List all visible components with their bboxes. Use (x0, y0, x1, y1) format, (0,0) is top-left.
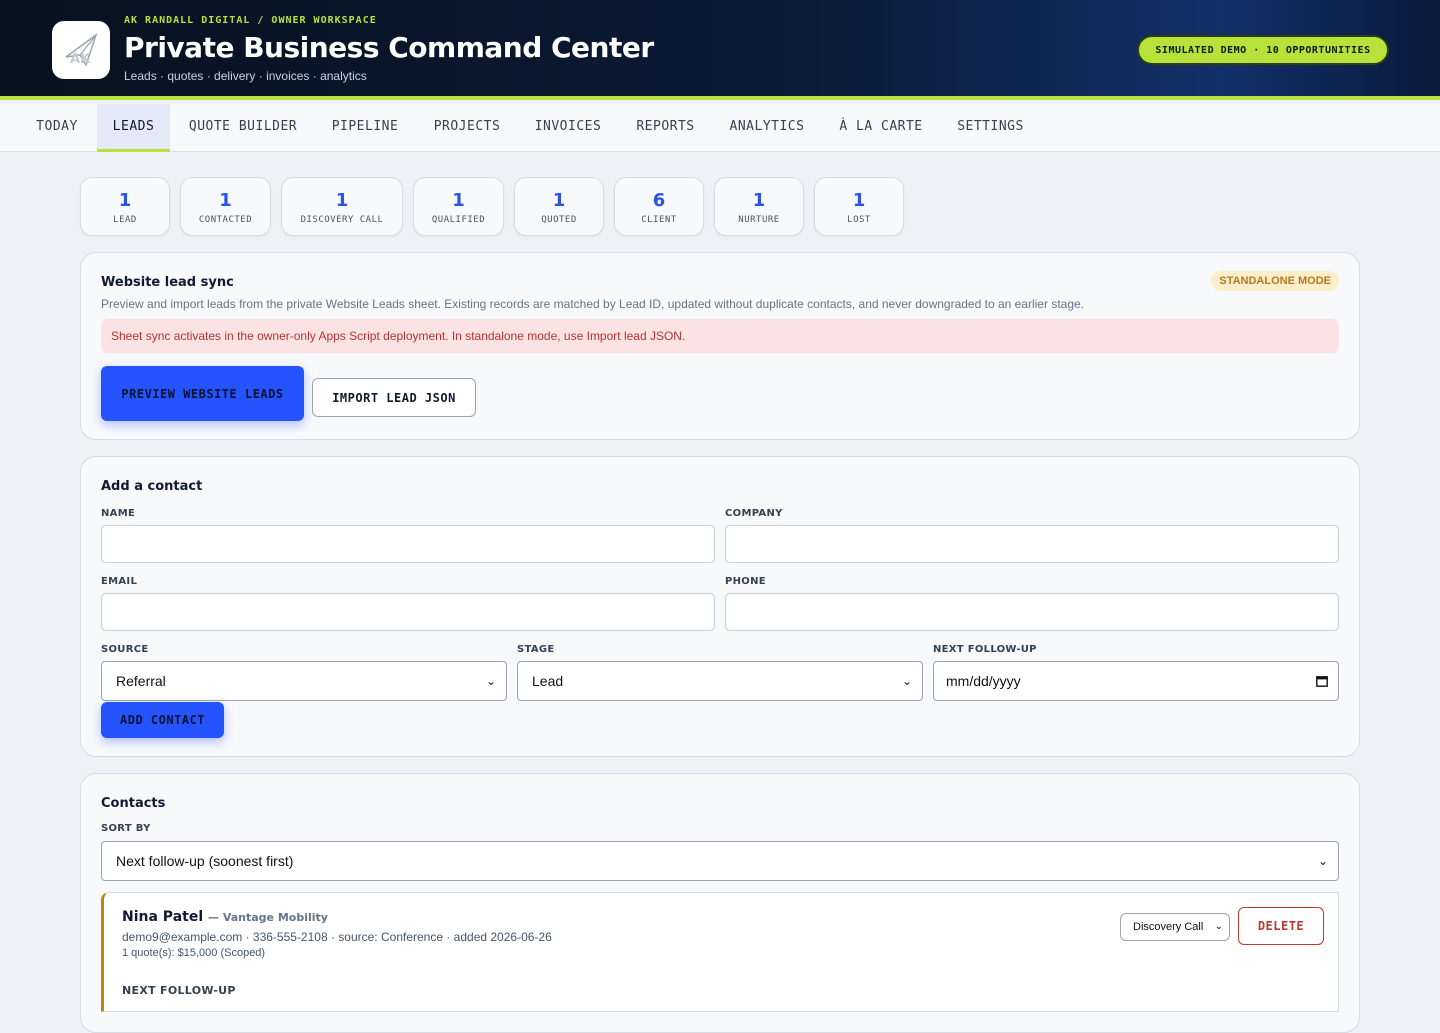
stage-select-value: Lead (532, 673, 564, 689)
contact-details: demo9@example.com · 336-555-2108 · sourc… (122, 930, 552, 944)
stage-count-lost[interactable]: 1 LOST (814, 177, 904, 236)
app-header: AK AK RANDALL DIGITAL / OWNER WORKSPACE … (0, 0, 1440, 100)
contact-followup-label: NEXT FOLLOW-UP (122, 984, 236, 997)
sort-by-label: SORT BY (101, 823, 151, 834)
tab-reports[interactable]: REPORTS (625, 104, 706, 152)
preview-website-leads-button[interactable]: PREVIEW WEBSITE LEADS (101, 366, 304, 421)
stage-count-nurture[interactable]: 1 NURTURE (714, 177, 804, 236)
contact-name: Nina Patel (122, 909, 204, 925)
add-contact-card: Add a contact NAME COMPANY EMAIL PHONE S… (80, 456, 1360, 757)
stage-label: STAGE (517, 644, 555, 655)
stage-count-value: 1 (852, 190, 866, 211)
tab-today[interactable]: TODAY (20, 104, 94, 152)
chevron-down-icon: ⌄ (901, 674, 912, 688)
name-field[interactable] (101, 525, 715, 563)
contacts-title: Contacts (101, 796, 166, 811)
chevron-down-icon: ⌄ (1214, 921, 1223, 932)
stage-count-quoted[interactable]: 1 QUOTED (514, 177, 604, 236)
page-title: Private Business Command Center (124, 31, 654, 64)
sort-by-select[interactable]: Next follow-up (soonest first) ⌄ (101, 841, 1339, 881)
stage-count-value: 1 (118, 190, 132, 211)
main-nav: TODAY LEADS QUOTE BUILDER PIPELINE PROJE… (0, 104, 1440, 152)
tab-pipeline[interactable]: PIPELINE (320, 104, 410, 152)
sync-alert: Sheet sync activates in the owner-only A… (101, 319, 1339, 353)
website-lead-sync-card: Website lead sync STANDALONE MODE Previe… (80, 252, 1360, 440)
stage-count-label: NURTURE (738, 215, 780, 225)
import-lead-json-button[interactable]: IMPORT LEAD JSON (312, 378, 476, 417)
delete-contact-button[interactable]: DELETE (1238, 907, 1324, 945)
stage-count-qualified[interactable]: 1 QUALIFIED (413, 177, 504, 236)
standalone-mode-badge: STANDALONE MODE (1211, 271, 1339, 291)
contact-row: Nina Patel — Vantage Mobility demo9@exam… (101, 892, 1339, 1012)
tab-leads[interactable]: LEADS (97, 104, 170, 152)
phone-field[interactable] (725, 593, 1339, 631)
email-label: EMAIL (101, 576, 138, 587)
source-label: SOURCE (101, 644, 149, 655)
name-label: NAME (101, 508, 136, 519)
stage-count-label: LEAD (113, 215, 137, 225)
stage-count-value: 1 (752, 190, 766, 211)
company-field[interactable] (725, 525, 1339, 563)
stage-count-label: CONTACTED (198, 215, 253, 225)
chevron-down-icon: ⌄ (485, 674, 496, 688)
stage-count-value: 6 (652, 190, 666, 211)
phone-label: PHONE (725, 576, 766, 587)
workspace-eyebrow: AK RANDALL DIGITAL / OWNER WORKSPACE (124, 15, 377, 26)
email-field[interactable] (101, 593, 715, 631)
tab-settings[interactable]: SETTINGS (946, 104, 1035, 152)
sync-title: Website lead sync (101, 275, 234, 290)
contact-quotes: 1 quote(s): $15,000 (Scoped) (122, 947, 266, 959)
stage-count-value: 1 (219, 190, 232, 211)
source-select[interactable]: Referral ⌄ (101, 661, 507, 701)
svg-text:AK: AK (70, 52, 91, 67)
contact-stage-select[interactable]: Discovery Call ⌄ (1120, 913, 1230, 941)
stage-select[interactable]: Lead ⌄ (517, 661, 923, 701)
stage-count-label: QUOTED (541, 215, 577, 225)
stage-count-discovery-call[interactable]: 1 DISCOVERY CALL (281, 177, 403, 236)
stage-count-lead[interactable]: 1 LEAD (80, 177, 170, 236)
company-label: COMPANY (725, 508, 783, 519)
tab-analytics[interactable]: ANALYTICS (718, 104, 816, 152)
add-contact-button[interactable]: ADD CONTACT (101, 702, 224, 738)
next-followup-label: NEXT FOLLOW-UP (933, 644, 1037, 655)
contact-name-line: Nina Patel — Vantage Mobility (122, 909, 328, 925)
stage-count-label: QUALIFIED (431, 215, 486, 225)
contact-company: — Vantage Mobility (208, 911, 328, 924)
stage-count-value: 1 (452, 190, 465, 211)
tab-quote-builder[interactable]: QUOTE BUILDER (178, 104, 308, 152)
demo-status-badge: SIMULATED DEMO · 10 OPPORTUNITIES (1137, 35, 1389, 65)
contact-stage-value: Discovery Call (1133, 921, 1204, 933)
date-placeholder: mm/dd/yyyy (946, 673, 1021, 689)
source-select-value: Referral (116, 673, 166, 689)
stage-count-label: DISCOVERY CALL (300, 215, 384, 225)
calendar-icon (1316, 676, 1328, 687)
next-followup-date-input[interactable]: mm/dd/yyyy (933, 661, 1339, 701)
stage-count-value: 1 (335, 190, 349, 211)
stage-count-label: LOST (847, 215, 871, 225)
stage-count-label: CLIENT (641, 215, 677, 225)
sort-by-value: Next follow-up (soonest first) (116, 853, 294, 869)
tab-a-la-carte[interactable]: À LA CARTE (828, 104, 934, 152)
tab-invoices[interactable]: INVOICES (524, 104, 612, 152)
paper-plane-icon: AK (65, 33, 98, 67)
stage-count-value: 1 (552, 190, 566, 211)
add-contact-title: Add a contact (101, 479, 203, 494)
sync-description: Preview and import leads from the privat… (101, 297, 1085, 311)
stage-count-client[interactable]: 6 CLIENT (614, 177, 704, 236)
page-subtitle: Leads · quotes · delivery · invoices · a… (124, 69, 367, 83)
stage-count-contacted[interactable]: 1 CONTACTED (180, 177, 271, 236)
tab-projects[interactable]: PROJECTS (422, 104, 512, 152)
contacts-card: Contacts SORT BY Next follow-up (soonest… (80, 773, 1360, 1033)
brand-logo: AK (52, 21, 110, 79)
chevron-down-icon: ⌄ (1317, 854, 1328, 868)
